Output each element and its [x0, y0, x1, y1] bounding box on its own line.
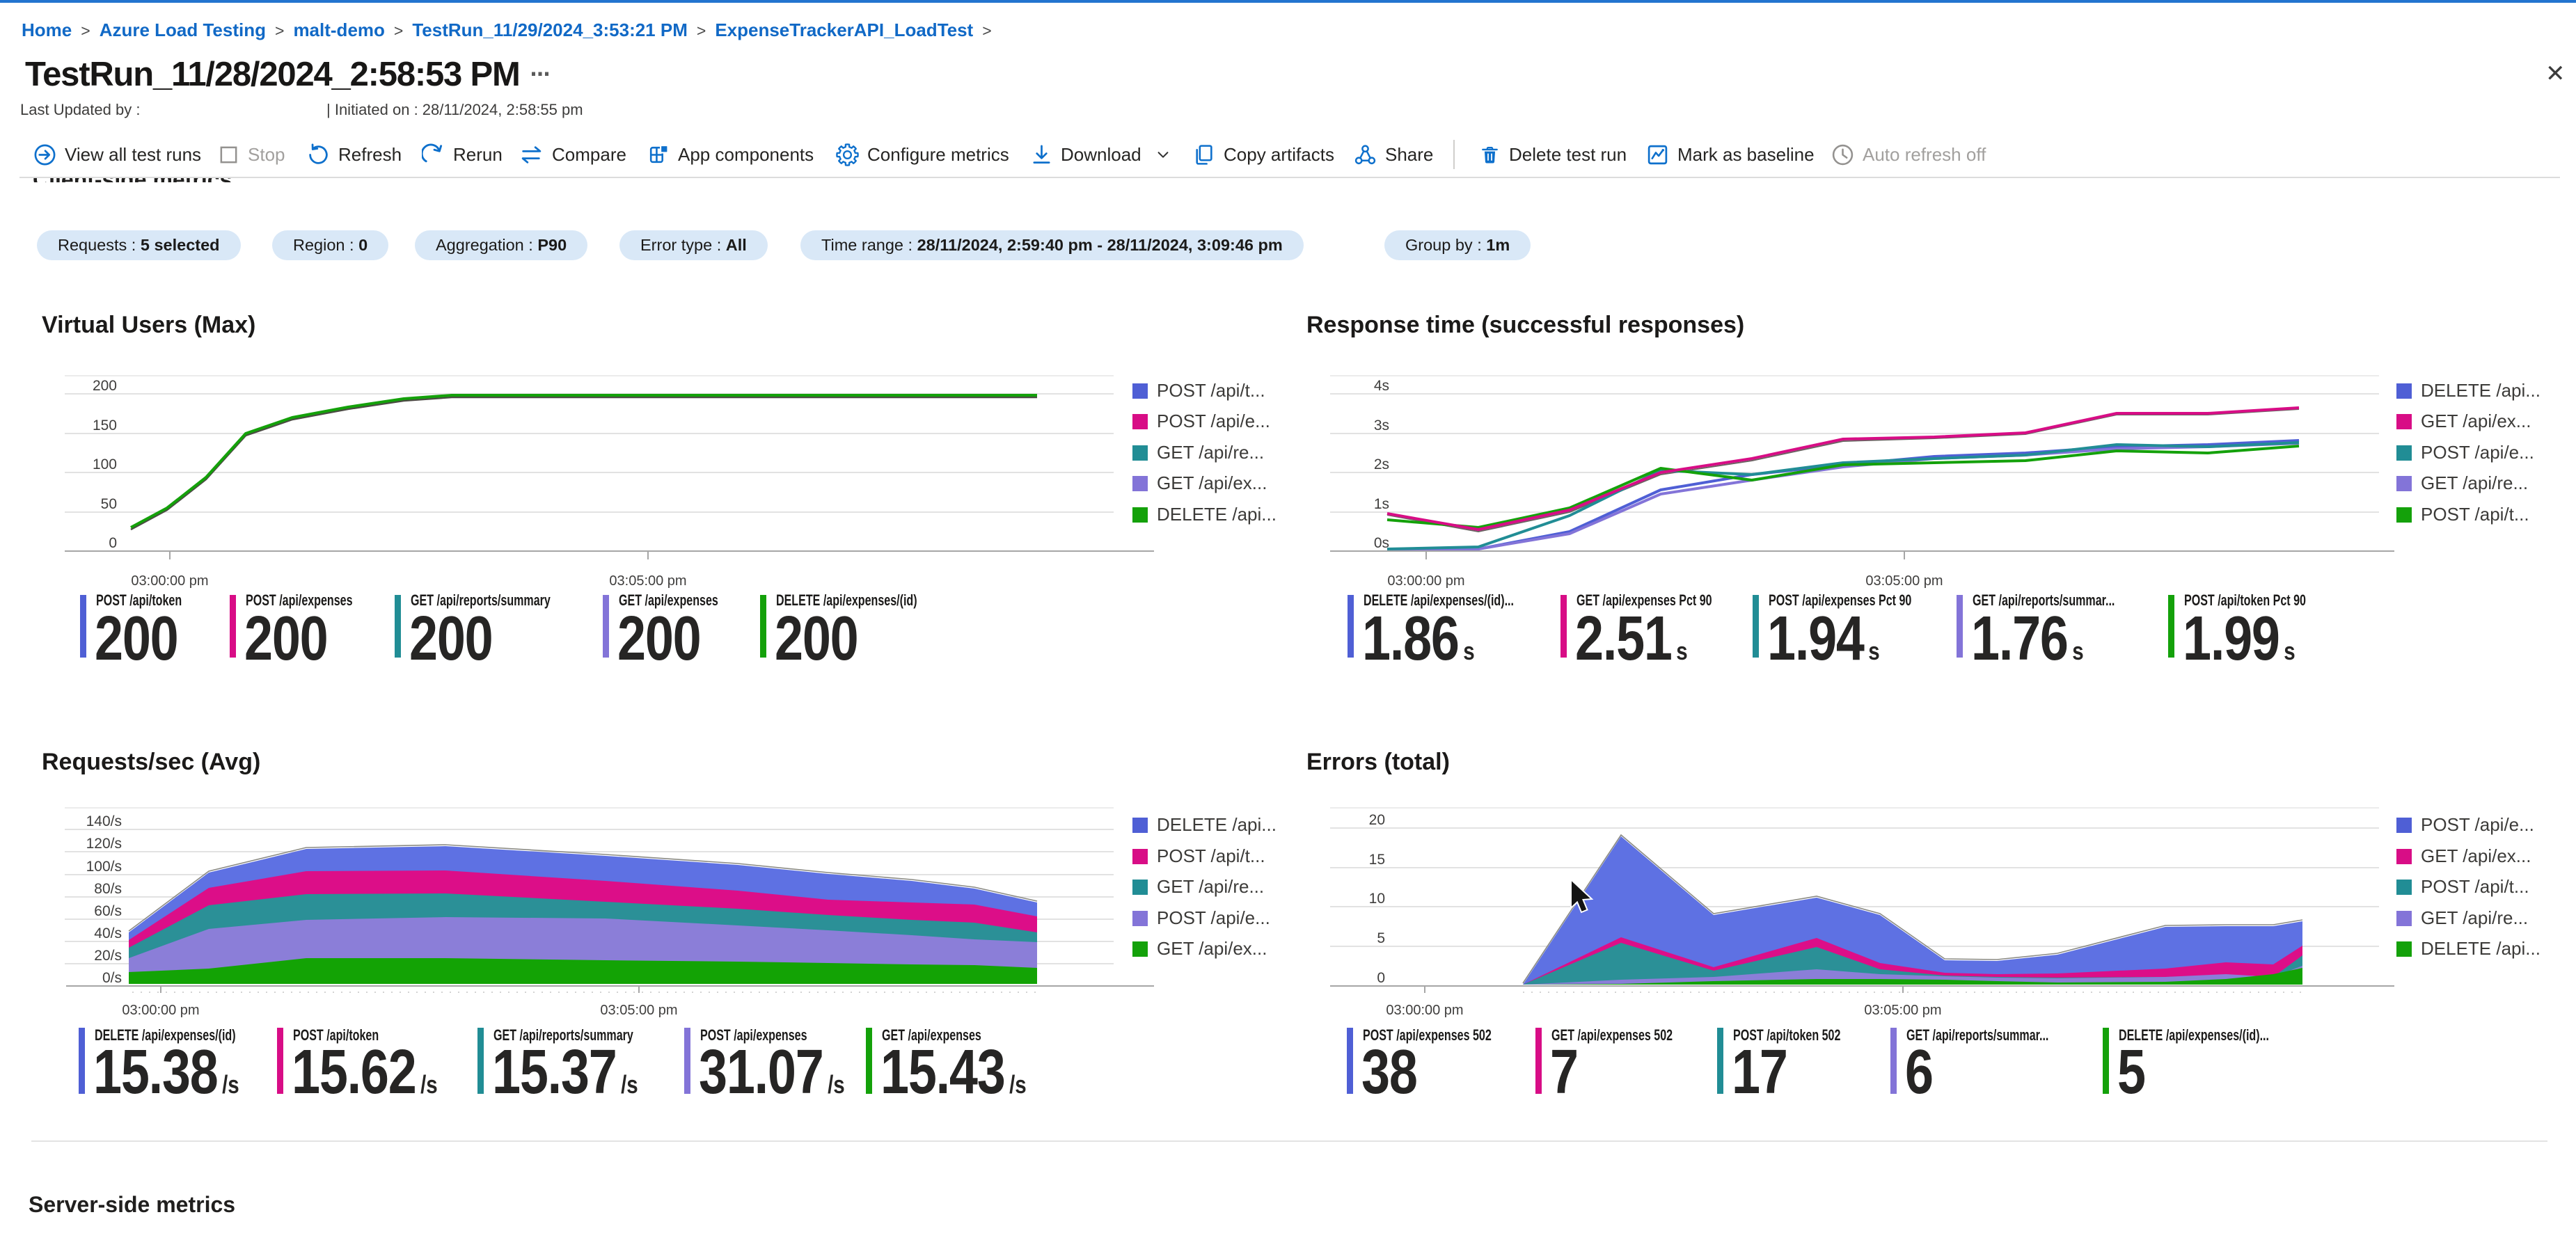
svg-text:120/s: 120/s [86, 836, 122, 852]
svg-text:0/s: 0/s [102, 970, 122, 986]
svg-text:0: 0 [1377, 970, 1385, 986]
svg-text:03:05:00 pm: 03:05:00 pm [609, 573, 686, 589]
svg-text:03:00:00 pm: 03:00:00 pm [1386, 1003, 1463, 1018]
svg-text:1s: 1s [1374, 496, 1389, 512]
svg-text:80/s: 80/s [94, 881, 122, 897]
svg-text:03:05:00 pm: 03:05:00 pm [1864, 1003, 1941, 1018]
svg-text:140/s: 140/s [86, 813, 122, 829]
svg-text:03:05:00 pm: 03:05:00 pm [1865, 573, 1943, 589]
svg-text:50: 50 [101, 496, 117, 512]
svg-text:100: 100 [93, 456, 117, 472]
svg-text:150: 150 [93, 417, 117, 433]
svg-text:15: 15 [1369, 852, 1385, 868]
svg-text:0s: 0s [1374, 535, 1389, 551]
svg-text:03:00:00 pm: 03:00:00 pm [122, 1003, 199, 1018]
svg-text:03:00:00 pm: 03:00:00 pm [131, 573, 208, 589]
svg-text:4s: 4s [1374, 378, 1389, 394]
svg-text:2s: 2s [1374, 456, 1389, 472]
svg-text:03:00:00 pm: 03:00:00 pm [1387, 573, 1464, 589]
svg-text:5: 5 [1377, 930, 1385, 946]
svg-text:60/s: 60/s [94, 903, 122, 919]
svg-text:0: 0 [109, 535, 117, 551]
svg-text:100/s: 100/s [86, 859, 122, 875]
svg-text:20/s: 20/s [94, 948, 122, 964]
svg-text:200: 200 [93, 378, 117, 394]
svg-text:20: 20 [1369, 812, 1385, 828]
svg-text:3s: 3s [1374, 417, 1389, 433]
svg-text:40/s: 40/s [94, 925, 122, 941]
svg-text:10: 10 [1369, 891, 1385, 907]
svg-text:03:05:00 pm: 03:05:00 pm [600, 1003, 677, 1018]
